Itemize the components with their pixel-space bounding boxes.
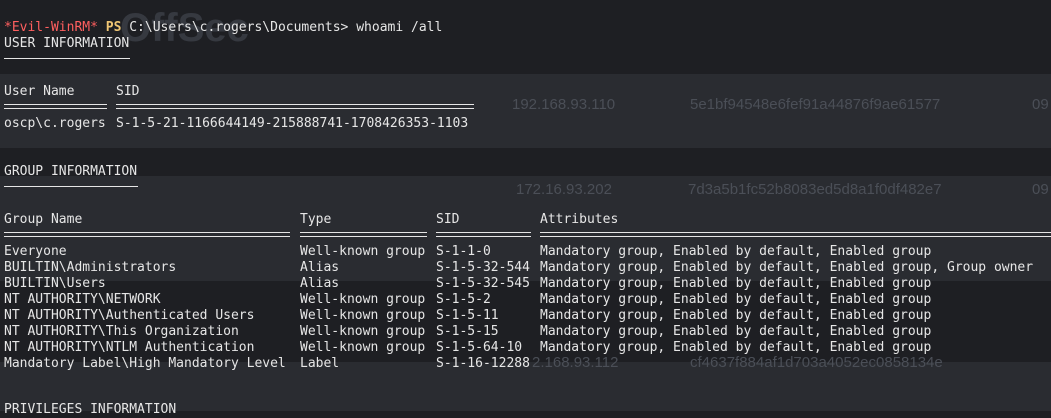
column-header-user-name: User Name: [4, 84, 75, 99]
group-sid-cell: S-1-5-11: [436, 308, 499, 323]
prompt-path: C:\Users\c.rogers\Documents>: [129, 20, 349, 35]
group-name-cell: Everyone: [4, 244, 67, 259]
group-attributes-cell: Mandatory group, Enabled by default, Ena…: [540, 292, 932, 307]
watermark-ip: 172.16.93.202: [516, 181, 612, 198]
group-sid-cell: S-1-5-64-10: [436, 340, 523, 355]
watermark-ip: 2.168.93.112: [532, 354, 619, 371]
group-sid-cell: S-1-5-2: [436, 292, 491, 307]
watermark-hash: 7d3a5b1fc52b8083ed5d8a1f0df482e7: [688, 181, 942, 198]
column-header-attributes: Attributes: [540, 212, 619, 227]
group-name-cell: Mandatory Label\High Mandatory Level: [4, 356, 286, 371]
group-sid-cell: S-1-5-32-544: [436, 260, 530, 275]
column-rule: [540, 232, 1051, 237]
section-heading: USER INFORMATION: [4, 36, 130, 51]
column-rule: [436, 232, 531, 237]
heading-underline: [4, 58, 130, 59]
prompt-tag: *Evil-WinRM*: [4, 20, 98, 35]
column-header-type: Type: [300, 212, 332, 227]
column-header-sid: SID: [436, 212, 460, 227]
column-rule: [4, 232, 290, 237]
group-type-cell: Well-known group: [300, 308, 426, 323]
user-name-value: oscp\c.rogers: [4, 116, 106, 131]
watermark-hash: cf4637f884af1d703a4052ec0858134e: [690, 354, 943, 371]
heading-underline: [4, 186, 138, 187]
column-rule: [300, 232, 427, 237]
group-name-cell: NT AUTHORITY\NETWORK: [4, 292, 161, 307]
watermark-tail: 09: [1032, 96, 1049, 113]
group-attributes-cell: Mandatory group, Enabled by default, Ena…: [540, 244, 932, 259]
group-sid-cell: S-1-16-12288: [436, 356, 530, 371]
group-attributes-cell: Mandatory group, Enabled by default, Ena…: [540, 340, 932, 355]
prompt-line: *Evil-WinRM* PS C:\Users\c.rogers\Docume…: [4, 4, 442, 35]
group-type-cell: Well-known group: [300, 340, 426, 355]
group-type-cell: Alias: [300, 276, 340, 291]
section-heading: GROUP INFORMATION: [4, 164, 138, 179]
group-attributes-cell: Mandatory group, Enabled by default, Ena…: [540, 260, 1034, 275]
group-name-cell: NT AUTHORITY\Authenticated Users: [4, 308, 255, 323]
group-type-cell: Well-known group: [300, 324, 426, 339]
group-type-cell: Well-known group: [300, 292, 426, 307]
group-type-cell: Well-known group: [300, 244, 426, 259]
section-heading: PRIVILEGES INFORMATION: [4, 402, 177, 417]
group-name-cell: BUILTIN\Administrators: [4, 260, 177, 275]
user-sid-value: S-1-5-21-1166644149-215888741-1708426353…: [116, 116, 469, 131]
group-type-cell: Label: [300, 356, 340, 371]
group-name-cell: NT AUTHORITY\This Organization: [4, 324, 239, 339]
watermark-hash: 5e1bf94548e6fef91a44876f9ae61577: [690, 96, 941, 113]
group-name-cell: BUILTIN\Users: [4, 276, 106, 291]
group-attributes-cell: Mandatory group, Enabled by default, Ena…: [540, 276, 932, 291]
prompt-ps: PS: [105, 20, 122, 35]
prompt-command: whoami /all: [356, 20, 443, 35]
column-header-sid: SID: [116, 84, 140, 99]
column-rule: [4, 104, 107, 109]
watermark-tail: 09: [1032, 181, 1049, 198]
group-name-cell: NT AUTHORITY\NTLM Authentication: [4, 340, 255, 355]
column-rule: [116, 104, 474, 109]
group-sid-cell: S-1-1-0: [436, 244, 491, 259]
group-sid-cell: S-1-5-15: [436, 324, 499, 339]
group-sid-cell: S-1-5-32-545: [436, 276, 530, 291]
group-type-cell: Alias: [300, 260, 340, 275]
column-header-group-name: Group Name: [4, 212, 83, 227]
group-attributes-cell: Mandatory group, Enabled by default, Ena…: [540, 324, 932, 339]
group-attributes-cell: Mandatory group, Enabled by default, Ena…: [540, 308, 932, 323]
watermark-ip: 192.168.93.110: [512, 96, 616, 113]
